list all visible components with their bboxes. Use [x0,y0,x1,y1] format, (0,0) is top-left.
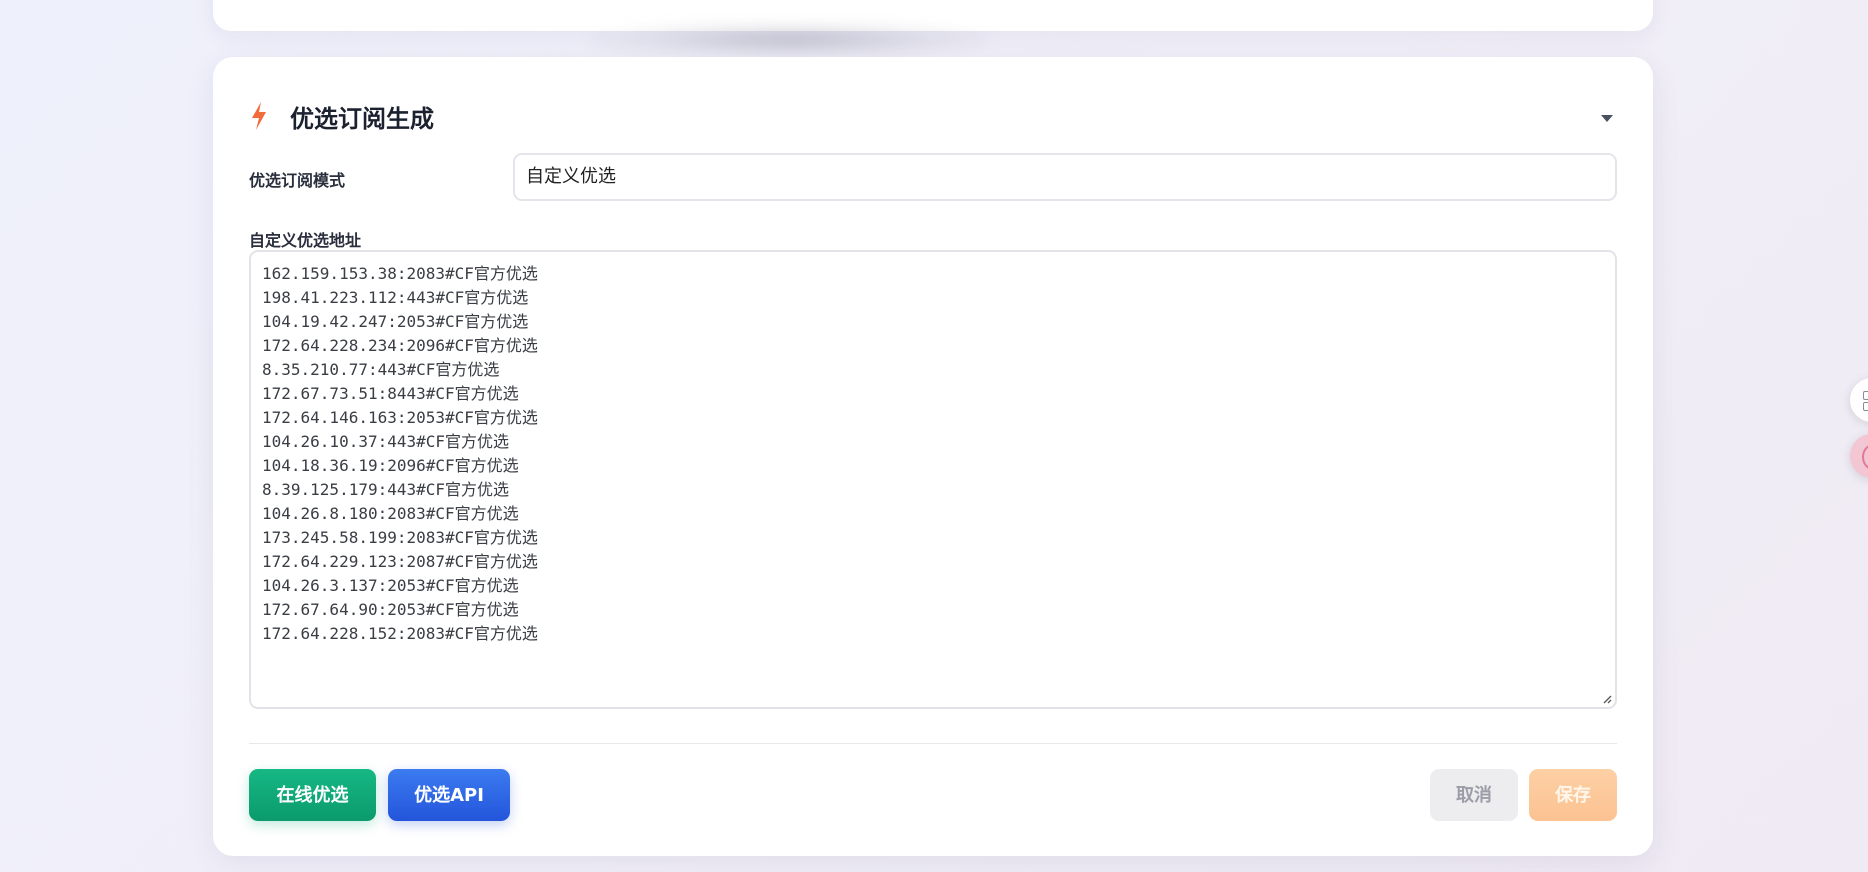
address-textarea[interactable]: 162.159.153.38:2083#CF官方优选 198.41.223.11… [249,250,1617,709]
preferred-subscription-card: 优选订阅生成 优选订阅模式 自定义优选 自定义优选地址 162.159.153.… [213,57,1653,856]
address-line: 172.67.73.51:8443#CF官方优选 [262,384,519,403]
address-line: 104.26.3.137:2053#CF官方优选 [262,576,519,595]
address-line: 104.26.10.37:443#CF官方优选 [262,432,510,451]
card-title: 优选订阅生成 [290,105,434,133]
caret-down-icon[interactable] [1594,105,1618,129]
address-line: 104.19.42.247:2053#CF官方优选 [262,312,529,331]
mode-label: 优选订阅模式 [249,171,346,190]
address-line: 172.64.228.234:2096#CF官方优选 [262,336,538,355]
address-line: 104.18.36.19:2096#CF官方优选 [262,456,519,475]
mode-select[interactable]: 自定义优选 [513,153,1617,201]
address-line: 173.245.58.199:2083#CF官方优选 [262,528,538,547]
save-button[interactable]: 保存 [1529,769,1617,821]
address-line: 172.64.228.152:2083#CF官方优选 [262,624,538,643]
address-line: 8.39.125.179:443#CF官方优选 [262,480,510,499]
address-line: 198.41.223.112:443#CF官方优选 [262,288,529,307]
avatar-icon[interactable] [1850,434,1868,478]
address-line: 162.159.153.38:2083#CF官方优选 [262,264,538,283]
address-line: 172.64.229.123:2087#CF官方优选 [262,552,538,571]
address-line: 104.26.8.180:2083#CF官方优选 [262,504,519,523]
card-header[interactable]: 优选订阅生成 [248,91,1618,139]
cancel-button[interactable]: 取消 [1430,769,1518,821]
optimize-api-button[interactable]: 优选API [388,769,510,821]
resize-handle-icon[interactable] [1600,692,1612,704]
address-line: 8.35.210.77:443#CF官方优选 [262,360,500,379]
address-line: 172.67.64.90:2053#CF官方优选 [262,600,519,619]
address-label: 自定义优选地址 [249,231,362,250]
online-optimize-button[interactable]: 在线优选 [249,769,376,821]
grid-icon[interactable] [1850,378,1868,422]
lightning-bolt-icon [252,102,266,130]
address-line: 172.64.146.163:2053#CF官方优选 [262,408,538,427]
divider [249,743,1617,744]
drag-shadow [590,22,990,58]
